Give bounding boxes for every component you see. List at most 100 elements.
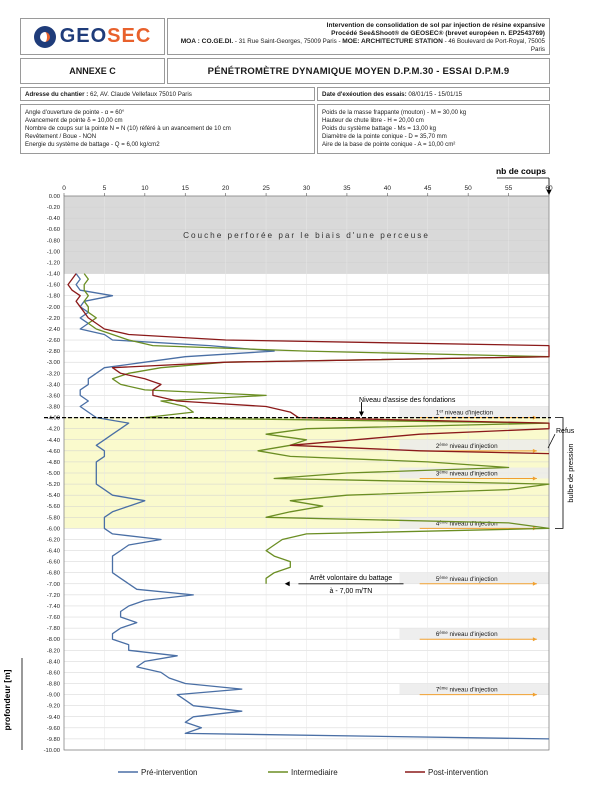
y-tick-label: -9.80 (47, 737, 60, 743)
y-tick-label: -8.40 (47, 659, 60, 665)
y-tick-label: -1.20 (47, 260, 60, 266)
param-line: Angle d'ouverture de pointe - α = 60° (25, 109, 125, 116)
level-text: niveau d'injection (448, 687, 498, 694)
site-address: Adresse du chantier : 62, AV. Claude Vel… (20, 87, 315, 101)
x-tick-label: 45 (424, 185, 432, 192)
y-tick-label: 0.00 (49, 194, 60, 200)
x-tick-label: 15 (182, 185, 190, 192)
y-tick-label: -3.80 (47, 405, 60, 411)
y-axis: 0.00 -0.20 -0.40 -0.60 -0.80 -1.00 -1.20 -1.40 -… (44, 194, 60, 754)
y-tick-label: -9.00 (47, 693, 60, 699)
page-title: PÉNÉTROMÈTRE DYNAMIQUE MOYEN D.P.M.30 - … (167, 58, 550, 84)
param-line: Poids de la masse frappante (mouton) - M… (322, 109, 467, 116)
x-tick-label: 50 (465, 185, 473, 192)
geosec-logo-icon (33, 25, 56, 48)
x-tick-label: 55 (505, 185, 513, 192)
level-text: niveau d'injection (448, 576, 498, 583)
x-tick-label: 0 (62, 185, 66, 192)
y-tick-label: -5.20 (47, 482, 60, 488)
y-tick-label: -6.00 (47, 526, 60, 532)
y-tick-label: -6.80 (47, 571, 60, 577)
legend-item-label: Pré-intervention (141, 768, 197, 777)
foundation-label: Niveau d'assise des fondations (359, 397, 456, 404)
param-line: Nombre de coups sur la pointe N = N (10)… (25, 125, 231, 132)
x-axis-label: nb de coups (496, 166, 546, 176)
y-tick-label: -6.60 (47, 560, 60, 566)
y-tick-label: -8.60 (47, 670, 60, 676)
stop-label-line1: Arrêt volontaire du battage (310, 575, 393, 582)
y-tick-label: -2.40 (47, 327, 60, 333)
y-tick-label: -8.20 (47, 648, 60, 654)
y-axis-label: profondeur [m] (2, 669, 12, 730)
header-info: Intervention de consolidation de sol par… (167, 18, 550, 55)
x-tick-label: 20 (222, 185, 230, 192)
y-tick-label: -1.00 (47, 249, 60, 255)
y-tick-label: -6.20 (47, 537, 60, 543)
param-line: Hauteur de chute libre - H = 20,00 cm (322, 117, 424, 124)
y-tick-label: -5.80 (47, 515, 60, 521)
x-tick-label: 5 (103, 185, 107, 192)
annexe-label: ANNEXE C (20, 58, 165, 84)
refus-label: Refus (556, 428, 575, 435)
x-tick-label: 30 (303, 185, 311, 192)
param-line: Energie du système de battage - Q = 6,00… (25, 141, 160, 148)
logo-text: GEOSEC (59, 25, 152, 47)
y-tick-label: -7.20 (47, 593, 60, 599)
y-tick-label: -7.40 (47, 604, 60, 610)
x-tick-label: 40 (384, 185, 392, 192)
header-line3: MOA : CO.GE.DI. - 31 Rue Saint-Georges, … (180, 38, 545, 53)
y-tick-label: -2.20 (47, 316, 60, 322)
stop-arrow-icon (284, 581, 290, 587)
y-tick-label: -4.20 (47, 427, 60, 433)
x-axis: 0 5 10 15 20 25 30 35 40 45 50 55 60 (62, 185, 553, 196)
geosec-logo: GEOSEC (20, 18, 165, 55)
y-tick-label: -7.00 (47, 582, 60, 588)
y-tick-label: -0.20 (47, 205, 60, 211)
param-line: Poids du système battage - Ms = 13,00 kg (322, 125, 436, 132)
y-tick-label: -1.80 (47, 294, 60, 300)
y-tick-label: -2.00 (47, 305, 60, 311)
y-tick-label: -4.80 (47, 460, 60, 466)
level-text: niveau d'injection (443, 410, 493, 417)
injection-levels: 1er niveau d'injection2ème niveau d'inje… (399, 406, 549, 697)
param-line: Diamètre de la pointe conique - D = 35,7… (322, 133, 447, 140)
y-tick-label: -5.00 (47, 471, 60, 477)
y-tick-label: -9.60 (47, 726, 60, 732)
legend: Pré-intervention Intermediaire Post-interv… (118, 768, 488, 777)
x-tick-label: 35 (343, 185, 351, 192)
test-parameters-left: Angle d'ouverture de pointe - α = 60° Av… (20, 104, 315, 154)
x-axis-arrow-icon (546, 190, 552, 195)
y-tick-label: -7.80 (47, 626, 60, 632)
y-tick-label: -5.60 (47, 504, 60, 510)
y-tick-label: -2.80 (47, 349, 60, 355)
param-line: Revêtement / Boue - NON (25, 133, 97, 140)
y-tick-label: -4.60 (47, 449, 60, 455)
legend-item-label: Post-intervention (428, 768, 488, 777)
y-tick-label: -9.40 (47, 715, 60, 721)
header-line1: Intervention de consolidation de sol par… (326, 22, 545, 29)
param-line: Avancement de pointe δ = 10,00 cm (25, 117, 123, 124)
y-tick-label: -8.80 (47, 682, 60, 688)
foundation-arrow-icon (358, 411, 364, 417)
y-tick-label: -0.80 (47, 238, 60, 244)
y-tick-label: -2.60 (47, 338, 60, 344)
y-tick-label: -0.60 (47, 227, 60, 233)
y-tick-label: -7.60 (47, 615, 60, 621)
injection-level-label: 1er niveau d'injection (436, 409, 494, 417)
test-dates: Date d'exéoution des essais: 08/01/15 - … (317, 87, 550, 101)
y-tick-label: -3.60 (47, 393, 60, 399)
param-line: Aire de la base de pointe conique - A = … (322, 141, 456, 148)
y-tick-label: -3.40 (47, 382, 60, 388)
y-tick-label: -10.00 (44, 748, 60, 754)
x-tick-label: 25 (262, 185, 270, 192)
y-tick-label: -3.00 (47, 360, 60, 366)
perforated-zone-label: Couche perforée par le biais d'une perce… (183, 231, 430, 240)
y-tick-label: -5.40 (47, 493, 60, 499)
penetrometer-chart: 1er niveau d'injection2ème niveau d'inje… (2, 166, 575, 777)
test-parameters-right: Poids de la masse frappante (mouton) - M… (317, 104, 550, 154)
y-tick-label: -6.40 (47, 549, 60, 555)
y-tick-label: -0.40 (47, 216, 60, 222)
y-tick-label: -4.40 (47, 438, 60, 444)
y-tick-label: -4.00 (47, 416, 60, 422)
level-text: niveau d'injection (448, 471, 498, 478)
